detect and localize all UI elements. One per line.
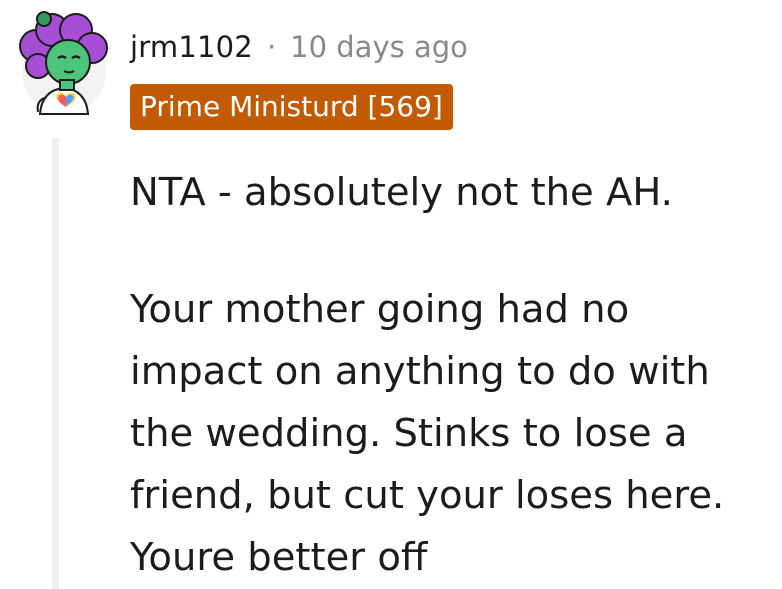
user-flair: Prime Ministurd [569] bbox=[130, 84, 453, 130]
comment-body: NTA - absolutely not the AH. Your mother… bbox=[130, 162, 770, 589]
username-link[interactable]: jrm1102 bbox=[130, 30, 253, 64]
comment-paragraph: Your mother going had no impact on anyth… bbox=[130, 287, 725, 580]
comment-timestamp[interactable]: 10 days ago bbox=[290, 30, 468, 64]
user-avatar[interactable] bbox=[14, 10, 108, 122]
meta-separator: · bbox=[266, 30, 277, 64]
comment-paragraph: NTA - absolutely not the AH. bbox=[130, 170, 673, 215]
thread-collapse-line[interactable] bbox=[52, 138, 59, 589]
snoo-avatar-icon bbox=[19, 11, 108, 115]
comment-meta: jrm1102 · 10 days ago bbox=[130, 26, 468, 68]
comment: jrm1102 · 10 days ago Prime Ministurd [5… bbox=[0, 0, 782, 589]
